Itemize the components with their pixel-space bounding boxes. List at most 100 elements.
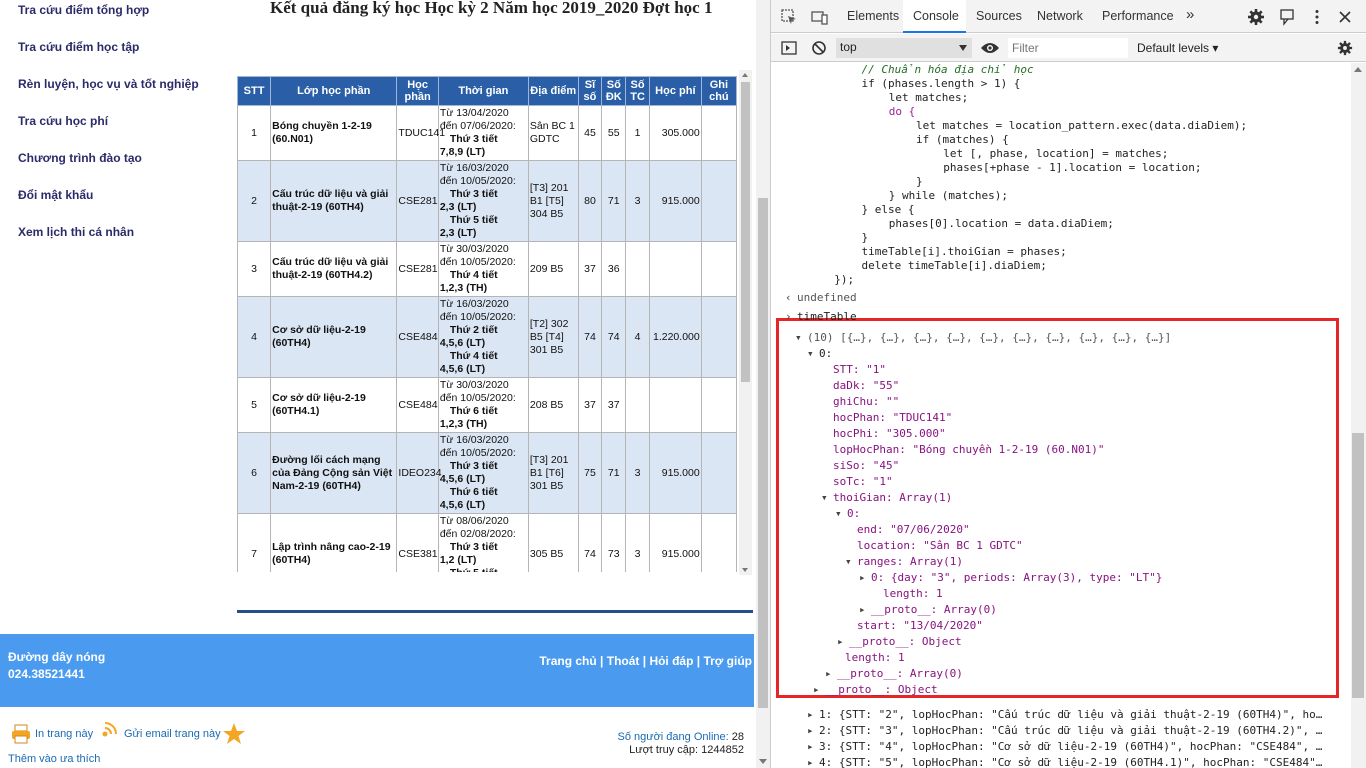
more-options-icon[interactable]	[1308, 8, 1326, 26]
expand-toggle-icon[interactable]: ▾	[845, 555, 852, 569]
expand-toggle-icon[interactable]: ▾	[835, 507, 842, 521]
expand-toggle-icon[interactable]: ▾	[795, 331, 802, 345]
expand-toggle-icon[interactable]: ›	[785, 310, 792, 324]
expand-toggle-icon[interactable]: ▸	[807, 708, 814, 722]
console-scroll-thumb[interactable]	[1352, 433, 1364, 698]
tab-network[interactable]: Network	[1037, 9, 1083, 23]
expand-toggle-icon[interactable]: ▸	[859, 571, 866, 585]
cell-ghi-chu	[700, 105, 737, 161]
cell-hoc-phan: CSE484	[396, 296, 439, 378]
console-line: STT: "1"	[833, 363, 886, 376]
print-page-link[interactable]: In trang này	[35, 728, 93, 740]
expand-toggle-icon[interactable]: ▸	[837, 635, 844, 649]
expand-toggle-icon[interactable]: ▾	[821, 491, 828, 505]
sidebar-toggle-icon[interactable]	[781, 40, 797, 56]
schedule-line: Thứ 6 tiết	[449, 486, 498, 498]
nav-item-lich-thi[interactable]: Xem lịch thi cá nhân	[18, 225, 134, 239]
cell-so-dk: 55	[601, 105, 627, 161]
console-settings-gear-icon[interactable]	[1337, 40, 1353, 56]
registration-table: STT Lớp học phần Học phần Thời gian Địa …	[237, 76, 737, 572]
nav-item-chuong-trinh[interactable]: Chương trình đào tạo	[18, 151, 142, 165]
console-line: do {	[849, 105, 916, 118]
cell-stt: 4	[237, 296, 272, 378]
console-line[interactable]: __proto__: Array(0)	[871, 603, 997, 617]
console-line[interactable]: (10) [{…}, {…}, {…}, {…}, {…}, {…}, {…},…	[807, 331, 1171, 345]
scroll-down-icon[interactable]	[759, 759, 767, 764]
inspect-element-icon[interactable]	[780, 8, 798, 26]
console-line[interactable]: 0: {day: "3", periods: Array(3), type: "…	[871, 571, 1162, 585]
nav-item-ren-luyen[interactable]: Rèn luyện, học vụ và tốt nghiệp	[18, 77, 199, 91]
link-separator: |	[596, 654, 607, 668]
page-scroll-thumb[interactable]	[758, 198, 768, 708]
eye-icon[interactable]	[980, 41, 1000, 55]
footer-link-logout[interactable]: Thoát	[607, 654, 640, 668]
star-icon[interactable]	[222, 722, 246, 746]
tab-console[interactable]: Console	[913, 9, 959, 23]
console-line[interactable]: 1: {STT: "2", lopHocPhan: "Cấu trúc dữ l…	[819, 708, 1322, 722]
web-page: Tra cứu điểm tổng hợp Tra cứu điểm học t…	[0, 0, 770, 768]
page-scrollbar[interactable]	[756, 0, 770, 768]
more-tabs[interactable]: »	[1186, 6, 1194, 23]
expand-toggle-icon[interactable]: ▸	[807, 724, 814, 738]
cell-so-tc	[625, 241, 650, 297]
console-line[interactable]: 3: {STT: "4", lopHocPhan: "Cơ sở dữ liệu…	[819, 740, 1322, 754]
schedule-line: 2,3 (LT)	[439, 201, 477, 213]
rss-icon[interactable]	[101, 722, 119, 746]
console-line[interactable]: 2: {STT: "3", lopHocPhan: "Cấu trúc dữ l…	[819, 724, 1322, 738]
scroll-up-icon[interactable]	[1354, 67, 1362, 72]
tab-performance[interactable]: Performance	[1102, 9, 1174, 23]
console-filter-input[interactable]	[1008, 38, 1128, 58]
expand-toggle-icon[interactable]: ▸	[807, 756, 814, 768]
expand-toggle-icon[interactable]: ▸	[813, 683, 820, 697]
footer-link-help[interactable]: Trợ giúp	[703, 654, 752, 668]
registration-table-container[interactable]: STT Lớp học phần Học phần Thời gian Địa …	[237, 76, 737, 572]
console-line: soTc: "1"	[833, 475, 893, 488]
console-line[interactable]: 0:	[819, 347, 832, 361]
expand-toggle-icon[interactable]: ▸	[807, 740, 814, 754]
log-levels-dropdown[interactable]: Default levels ▾	[1137, 41, 1218, 55]
console-line: ghiChu: ""	[833, 395, 900, 408]
console-line: // Chuẩn hóa địa chỉ học	[835, 63, 1034, 76]
device-toolbar-icon[interactable]	[810, 8, 828, 26]
console-line: phases[0].location = data.diaDiem;	[849, 217, 1114, 230]
feedback-icon[interactable]	[1278, 8, 1296, 26]
scroll-down-icon[interactable]	[742, 568, 748, 572]
schedule-line: đến 10/05/2020:	[439, 392, 516, 404]
expand-toggle-icon[interactable]: ‹	[785, 291, 792, 305]
footer-link-faq[interactable]: Hỏi đáp	[649, 654, 693, 668]
console-line[interactable]: undefined	[797, 291, 857, 305]
console-scrollbar[interactable]	[1351, 63, 1366, 768]
table-scroll-thumb[interactable]	[741, 82, 750, 382]
console-line[interactable]: timeTable	[797, 310, 857, 324]
console-line[interactable]: ranges: Array(1)	[857, 555, 963, 569]
printer-icon[interactable]	[10, 723, 32, 745]
email-page-link[interactable]: Gửi email trang này	[124, 728, 221, 740]
nav-item-doi-mat-khau[interactable]: Đổi mật khẩu	[18, 188, 93, 202]
favorite-link[interactable]: Thêm vào ưa thích	[8, 753, 100, 765]
footer-link-home[interactable]: Trang chủ	[539, 654, 596, 668]
context-select[interactable]: top	[836, 38, 972, 58]
nav-item-hoc-tap[interactable]: Tra cứu điểm học tập	[18, 40, 139, 54]
schedule-line: 4,5,6 (LT)	[439, 363, 486, 375]
console-line[interactable]: __proto__: Object	[825, 683, 938, 697]
expand-toggle-icon[interactable]: ▸	[859, 603, 866, 617]
console-output[interactable]: // Chuẩn hóa địa chỉ học if (phases.leng…	[771, 63, 1351, 768]
scroll-up-icon[interactable]	[742, 73, 748, 77]
console-line[interactable]: 4: {STT: "5", lopHocPhan: "Cơ sở dữ liệu…	[819, 756, 1322, 768]
tab-elements[interactable]: Elements	[847, 9, 899, 23]
cell-dia-diem: [T3] 201 B1 [T5] 304 B5	[527, 160, 579, 242]
table-scrollbar[interactable]	[739, 70, 752, 575]
expand-toggle-icon[interactable]: ▸	[825, 667, 832, 681]
console-line[interactable]: thoiGian: Array(1)	[833, 491, 952, 505]
clear-console-icon[interactable]	[811, 40, 827, 56]
console-line[interactable]: __proto__: Array(0)	[837, 667, 963, 681]
settings-gear-icon[interactable]	[1247, 8, 1265, 26]
close-icon[interactable]	[1336, 8, 1354, 26]
nav-item-hoc-phi[interactable]: Tra cứu học phí	[18, 114, 108, 128]
schedule-line: Từ 08/06/2020	[439, 515, 509, 527]
console-line[interactable]: __proto__: Object	[849, 635, 962, 649]
nav-item-tong-hop[interactable]: Tra cứu điểm tổng hợp	[18, 3, 149, 17]
console-line[interactable]: 0:	[847, 507, 860, 521]
tab-sources[interactable]: Sources	[976, 9, 1022, 23]
expand-toggle-icon[interactable]: ▾	[807, 347, 814, 361]
